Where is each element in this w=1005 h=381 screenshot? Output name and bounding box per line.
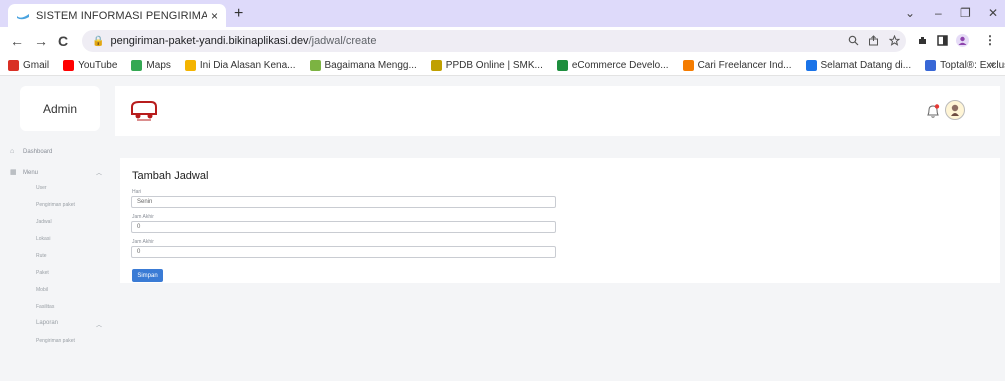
tab-close-icon[interactable]: ×: [211, 9, 218, 23]
bookmark-favicon-icon: [430, 59, 442, 71]
sidebar-item-mobil[interactable]: Mobil: [36, 287, 48, 293]
home-icon: ⌂: [10, 148, 15, 155]
sidebar-item-laporan[interactable]: Laporan: [36, 320, 58, 326]
bookmarks-bar: Gmail YouTube Maps Ini Dia Alasan Kena... Ba…: [0, 55, 1005, 76]
app-header: [115, 86, 1000, 136]
bookmark-item[interactable]: eCommerce Develo...: [556, 59, 669, 71]
bookmark-item[interactable]: Ini Dia Alasan Kena...: [184, 59, 296, 71]
bookmark-label: Gmail: [23, 59, 50, 71]
bookmark-label: Bagaimana Mengg...: [324, 59, 417, 71]
lock-icon: 🔒: [92, 35, 105, 47]
bookmark-item[interactable]: Bagaimana Mengg...: [309, 59, 417, 71]
sidebar-item-lokasi[interactable]: Lokasi: [36, 236, 50, 242]
maximize-window-button[interactable]: ❐: [960, 6, 971, 20]
chevron-up-icon[interactable]: ︿: [96, 168, 102, 177]
url-host: pengiriman-paket-yandi.bikinaplikasi.dev: [110, 35, 309, 47]
jam-akhir-input[interactable]: 0: [131, 221, 556, 233]
bookmark-star-icon[interactable]: [889, 35, 900, 46]
url-path: /jadwal/create: [308, 35, 377, 47]
zoom-search-icon[interactable]: [848, 35, 859, 46]
extensions-icon[interactable]: [917, 35, 928, 46]
sidebar-item-rute[interactable]: Rute: [36, 253, 47, 259]
sidebar-item-pengiriman-paket[interactable]: Pengiriman paket: [36, 202, 75, 208]
minimize-window-button[interactable]: –: [935, 6, 942, 20]
chevron-up-icon[interactable]: ︿: [96, 320, 102, 329]
site-favicon-icon: [17, 13, 29, 19]
bookmarks-overflow-icon[interactable]: »: [989, 59, 995, 70]
sidebar-item-laporan-pengiriman-paket[interactable]: Pengiriman paket: [36, 338, 75, 344]
bookmark-favicon-icon: [63, 59, 75, 71]
sidebar-item-user[interactable]: User: [36, 185, 47, 191]
bookmark-label: PPDB Online | SMK...: [445, 59, 543, 71]
bookmark-item[interactable]: Maps: [131, 59, 171, 71]
bookmark-label: YouTube: [78, 59, 118, 71]
sidebar-item-fasilitas[interactable]: Fasilitas: [36, 304, 54, 310]
browser-tab-strip: SISTEM INFORMASI PENGIRIMA‌ × + ⌄ – ❐ ✕: [0, 0, 1005, 27]
bookmark-label: Selamat Datang di...: [820, 59, 912, 71]
form-card: Tambah Jadwal Hari Senin Jam Akhir 0 Jam…: [120, 158, 1000, 283]
bookmark-favicon-icon: [309, 59, 321, 71]
admin-label: Admin: [20, 86, 100, 131]
bookmark-label: Toptal®: Exclusive...: [940, 59, 1005, 71]
bookmark-favicon-icon: [556, 59, 568, 71]
bookmark-label: eCommerce Develo...: [571, 59, 669, 71]
side-panel-icon[interactable]: [937, 35, 948, 46]
sidebar-item-label: Dashboard: [23, 149, 53, 155]
bookmark-item[interactable]: Selamat Datang di...: [805, 59, 912, 71]
bookmark-favicon-icon: [184, 59, 196, 71]
bookmark-item[interactable]: Cari Freelancer Ind...: [682, 59, 792, 71]
close-window-button[interactable]: ✕: [988, 6, 998, 20]
browser-tab[interactable]: SISTEM INFORMASI PENGIRIMA‌ ×: [8, 4, 226, 27]
bookmark-item[interactable]: YouTube: [63, 59, 118, 71]
profile-avatar-icon[interactable]: [956, 34, 969, 47]
bookmark-favicon-icon: [925, 59, 937, 71]
bookmark-item[interactable]: Gmail: [8, 59, 50, 71]
sidebar-item-label: Menu: [23, 170, 39, 176]
bookmark-favicon-icon: [682, 59, 694, 71]
sidebar-item-paket[interactable]: Paket: [36, 270, 49, 276]
bookmark-label: Ini Dia Alasan Kena...: [199, 59, 296, 71]
menu-grid-icon: ▦: [10, 169, 17, 176]
sidebar-item-jadwal[interactable]: Jadwal: [36, 219, 52, 225]
share-icon[interactable]: [868, 35, 879, 46]
address-bar[interactable]: 🔒 pengiriman-paket-yandi.bikinaplikasi.d…: [82, 30, 906, 52]
bookmark-label: Cari Freelancer Ind...: [697, 59, 792, 71]
browser-toolbar: ← → C 🔒 pengiriman-paket-yandi.bikinapli…: [0, 27, 1005, 55]
new-tab-button[interactable]: +: [234, 5, 243, 23]
hari-input[interactable]: Senin: [131, 196, 556, 208]
bookmark-item[interactable]: PPDB Online | SMK...: [430, 59, 543, 71]
bookmark-favicon-icon: [8, 59, 19, 71]
save-button[interactable]: Simpan: [132, 269, 163, 282]
bookmark-favicon-icon: [131, 59, 143, 71]
sidebar-item-dashboard[interactable]: ⌂ Dashboard: [10, 148, 52, 155]
hari-label: Hari: [132, 189, 142, 195]
jam-akhir-label: Jam Akhir: [132, 214, 154, 220]
page-title: Tambah Jadwal: [132, 170, 209, 182]
tab-search-dropdown-icon[interactable]: ⌄: [905, 6, 915, 20]
page-content: Admin ⌂ Dashboard ▦ Menu ︿ User Pengirim…: [0, 76, 1005, 381]
user-avatar[interactable]: [945, 100, 965, 120]
notification-bell-icon[interactable]: [925, 103, 941, 119]
back-button[interactable]: ←: [10, 33, 24, 49]
company-logo-icon: [131, 101, 157, 121]
forward-button[interactable]: →: [34, 33, 48, 49]
tab-title: SISTEM INFORMASI PENGIRIMA‌: [36, 9, 207, 22]
reload-button[interactable]: C: [58, 33, 68, 49]
jam-akhir-label-2: Jam Akhir: [132, 239, 154, 245]
bookmark-label: Maps: [146, 59, 171, 71]
bookmark-favicon-icon: [805, 59, 817, 71]
sidebar-item-menu[interactable]: ▦ Menu: [10, 168, 38, 176]
browser-menu-icon[interactable]: ⋮: [984, 33, 996, 47]
jam-akhir-input-2[interactable]: 0: [131, 246, 556, 258]
user-avatar-icon: [951, 104, 959, 116]
